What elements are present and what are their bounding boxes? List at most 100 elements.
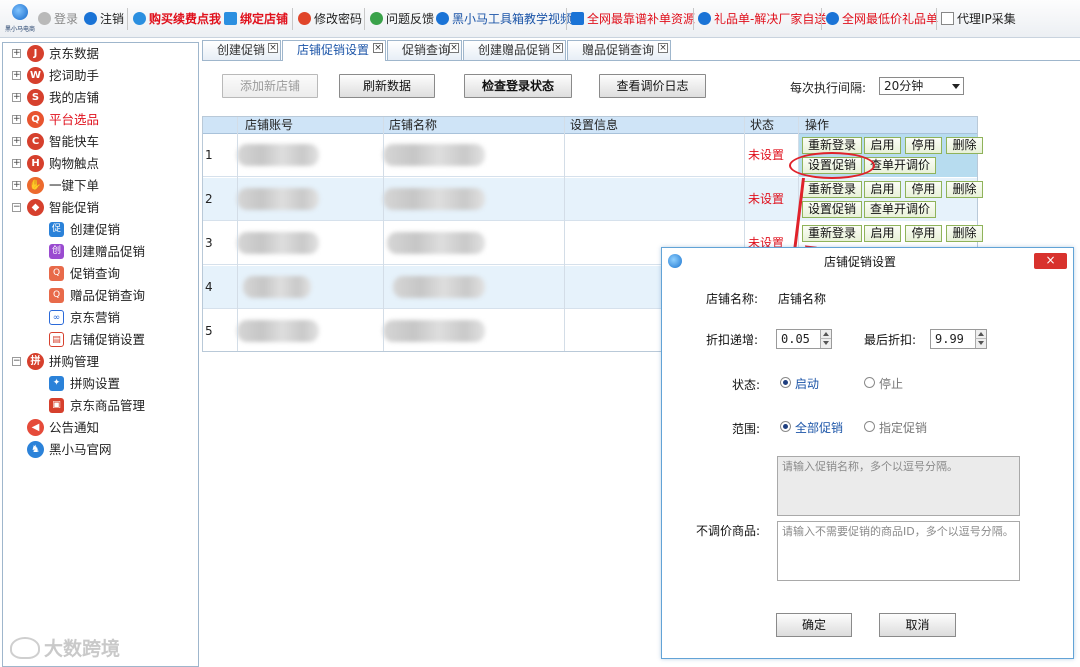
set-promo-button[interactable]: 设置促销 bbox=[802, 201, 862, 218]
status-on-radio[interactable] bbox=[780, 377, 791, 388]
sidebar-item-smart-promo[interactable]: − ◆ 智能促销 bbox=[3, 198, 198, 218]
sidebar-item-promo-query[interactable]: Q 促销查询 bbox=[3, 264, 198, 284]
expand-icon[interactable]: + bbox=[12, 137, 21, 146]
arrow-up-icon[interactable] bbox=[975, 330, 986, 339]
arrow-up-icon[interactable] bbox=[820, 330, 831, 339]
gift-link[interactable]: 礼品单-解决厂家自送 bbox=[698, 10, 826, 28]
delete-button[interactable]: 删除 bbox=[946, 137, 983, 154]
enable-button[interactable]: 启用 bbox=[864, 225, 901, 242]
disable-button[interactable]: 停用 bbox=[905, 137, 942, 154]
check-price-button[interactable]: 查单开调价 bbox=[864, 201, 936, 218]
add-shop-button[interactable]: 添加新店铺 bbox=[222, 74, 318, 98]
sidebar-item-jd-data[interactable]: + J 京东数据 bbox=[3, 44, 198, 64]
close-icon[interactable]: × bbox=[268, 43, 278, 53]
close-icon[interactable]: × bbox=[449, 43, 459, 53]
disable-button[interactable]: 停用 bbox=[905, 181, 942, 198]
view-price-log-button[interactable]: 查看调价日志 bbox=[599, 74, 706, 98]
sidebar-item-label: 京东商品管理 bbox=[70, 398, 146, 413]
sidebar-item-my-shop[interactable]: + S 我的店铺 bbox=[3, 88, 198, 108]
sidebar-item-notice[interactable]: ◀ 公告通知 bbox=[3, 418, 198, 438]
status-on-label[interactable]: 启动 bbox=[795, 375, 819, 392]
final-discount-stepper[interactable]: 9.99 bbox=[930, 329, 987, 349]
sidebar-item-label: 京东营销 bbox=[70, 310, 121, 325]
sidebar-item-group-buy[interactable]: − 拼 拼购管理 bbox=[3, 352, 198, 372]
watermark-text: 大数跨境 bbox=[44, 638, 121, 660]
sidebar-item-gift-promo-query[interactable]: Q 赠品促销查询 bbox=[3, 286, 198, 306]
sidebar-item-shop-promo-settings[interactable]: ▤ 店铺促销设置 bbox=[3, 330, 198, 350]
resource-link[interactable]: 全网最靠谱补单资源 bbox=[571, 10, 695, 28]
video-label: 黑小马工具箱教学视频 bbox=[452, 12, 573, 26]
confirm-button[interactable]: 确定 bbox=[776, 613, 852, 637]
table-row[interactable]: 2 未设置 重新登录 启用 停用 删除 设置促销 查单开调价 bbox=[203, 178, 983, 221]
expand-icon[interactable]: + bbox=[12, 115, 21, 124]
horse-icon: ♞ bbox=[27, 441, 44, 458]
close-icon[interactable]: × bbox=[553, 43, 563, 53]
enable-button[interactable]: 启用 bbox=[864, 137, 901, 154]
expand-icon[interactable]: + bbox=[12, 159, 21, 168]
arrow-down-icon[interactable] bbox=[975, 339, 986, 348]
scope-specified-radio[interactable] bbox=[864, 421, 875, 432]
enable-button[interactable]: 启用 bbox=[864, 181, 901, 198]
group-settings-icon: ✦ bbox=[49, 376, 64, 391]
change-password-button[interactable]: 修改密码 bbox=[298, 10, 362, 28]
sidebar-item-official-site[interactable]: ♞ 黑小马官网 bbox=[3, 440, 198, 460]
expand-icon[interactable]: + bbox=[12, 71, 21, 80]
disable-button[interactable]: 停用 bbox=[905, 225, 942, 242]
sidebar-item-platform-select[interactable]: + Q 平台选品 bbox=[3, 110, 198, 130]
expand-icon[interactable]: + bbox=[12, 49, 21, 58]
collapse-icon[interactable]: − bbox=[12, 203, 21, 212]
shop-name-value: 店铺名称 bbox=[778, 292, 827, 306]
sidebar-item-jd-marketing[interactable]: ∞ 京东营销 bbox=[3, 308, 198, 328]
tab-gift-promo-query[interactable]: 赠品促销查询 × bbox=[567, 40, 671, 60]
promo-query-icon: Q bbox=[49, 266, 64, 281]
sidebar-item-touchpoint[interactable]: + H 购物触点 bbox=[3, 154, 198, 174]
check-login-status-button[interactable]: 检查登录状态 bbox=[464, 74, 572, 98]
buy-renew-button[interactable]: 购买续费点我 bbox=[133, 10, 221, 28]
sidebar-item-one-click-order[interactable]: + ✋ 一键下单 bbox=[3, 176, 198, 196]
tab-label: 创建赠品促销 bbox=[478, 43, 551, 57]
sidebar-item-label: 平台选品 bbox=[49, 112, 100, 127]
refresh-data-button[interactable]: 刷新数据 bbox=[339, 74, 435, 98]
status-off-label[interactable]: 停止 bbox=[879, 375, 903, 392]
tab-promo-query[interactable]: 促销查询 × bbox=[387, 40, 462, 60]
video-button[interactable]: 黑小马工具箱教学视频 bbox=[436, 10, 572, 28]
scope-all-label[interactable]: 全部促销 bbox=[795, 419, 843, 436]
sidebar-item-keyword[interactable]: + W 挖词助手 bbox=[3, 66, 198, 86]
sidebar-item-create-promo[interactable]: 促 创建促销 bbox=[3, 220, 198, 240]
tab-shop-promo-settings[interactable]: 店铺促销设置 × bbox=[282, 40, 386, 61]
delete-button[interactable]: 删除 bbox=[946, 181, 983, 198]
cheap-gift-link[interactable]: 全网最低价礼品单 bbox=[826, 10, 938, 28]
sidebar-item-jd-goods[interactable]: ▣ 京东商品管理 bbox=[3, 396, 198, 416]
status-off-radio[interactable] bbox=[864, 377, 875, 388]
bind-shop-button[interactable]: 绑定店铺 bbox=[224, 10, 288, 28]
scope-all-radio[interactable] bbox=[780, 421, 791, 432]
close-button[interactable]: × bbox=[1034, 253, 1067, 269]
scope-specified-label[interactable]: 指定促销 bbox=[879, 419, 927, 436]
collapse-icon[interactable]: − bbox=[12, 357, 21, 366]
arrow-down-icon[interactable] bbox=[820, 339, 831, 348]
sidebar-item-group-settings[interactable]: ✦ 拼购设置 bbox=[3, 374, 198, 394]
relogin-button[interactable]: 重新登录 bbox=[802, 225, 862, 242]
discount-step-stepper[interactable]: 0.05 bbox=[776, 329, 832, 349]
sidebar-item-label: 京东数据 bbox=[49, 46, 100, 61]
feedback-label: 问题反馈 bbox=[386, 12, 435, 26]
cancel-button[interactable]: 取消 bbox=[879, 613, 956, 637]
tab-create-promo[interactable]: 创建促销 × bbox=[202, 40, 281, 60]
expand-icon[interactable]: + bbox=[12, 93, 21, 102]
close-icon[interactable]: × bbox=[658, 43, 668, 53]
tab-create-gift-promo[interactable]: 创建赠品促销 × bbox=[463, 40, 566, 60]
close-icon[interactable]: × bbox=[373, 43, 383, 53]
interval-select[interactable]: 20分钟 bbox=[879, 77, 964, 95]
logout-button[interactable]: 注销 bbox=[84, 10, 124, 28]
login-button[interactable]: 登录 bbox=[38, 10, 78, 28]
no-adjust-textarea[interactable]: 请输入不需要促销的商品ID，多个以逗号分隔。 bbox=[777, 521, 1020, 581]
delete-button[interactable]: 删除 bbox=[946, 225, 983, 242]
promo-names-textarea[interactable]: 请输入促销名称，多个以逗号分隔。 bbox=[777, 456, 1020, 516]
status-label: 状态: bbox=[732, 378, 761, 392]
sidebar-item-create-gift-promo[interactable]: 创 创建赠品促销 bbox=[3, 242, 198, 262]
proxy-ip-checkbox[interactable]: 代理IP采集 bbox=[941, 10, 1016, 28]
feedback-button[interactable]: 问题反馈 bbox=[370, 10, 434, 28]
relogin-button[interactable]: 重新登录 bbox=[802, 181, 862, 198]
sidebar-item-smart-car[interactable]: + C 智能快车 bbox=[3, 132, 198, 152]
expand-icon[interactable]: + bbox=[12, 181, 21, 190]
